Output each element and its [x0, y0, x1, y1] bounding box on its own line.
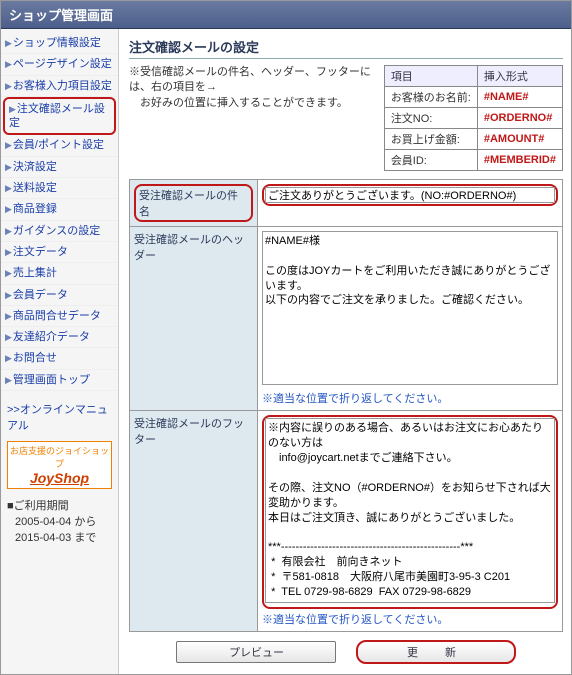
sidebar-item-5[interactable]: ▶決済設定: [1, 157, 118, 178]
triangle-icon: ▶: [5, 226, 12, 236]
logo-name: JoyShop: [8, 470, 111, 486]
subject-input[interactable]: [265, 187, 555, 203]
th-item: 項目: [384, 66, 477, 87]
sidebar: ▶ショップ情報設定▶ページデザイン設定▶お客様入力項目設定▶注文確認メール設定▶…: [1, 29, 119, 674]
triangle-icon: ▶: [5, 59, 12, 69]
sidebar-item-6[interactable]: ▶送料設定: [1, 178, 118, 199]
sidebar-item-12[interactable]: ▶商品問合せデータ: [1, 306, 118, 327]
sidebar-item-14[interactable]: ▶お問合せ: [1, 348, 118, 369]
const-key: 会員ID:: [384, 150, 477, 171]
triangle-icon: ▶: [5, 332, 12, 342]
usage-period: ■ご利用期間 2005-04-04 から 2015-04-03 まで: [1, 493, 118, 549]
triangle-icon: ▶: [5, 247, 12, 257]
sidebar-item-8[interactable]: ▶ガイダンスの設定: [1, 221, 118, 242]
placeholder-table: 項目 挿入形式 お客様のお名前:#NAME#注文NO:#ORDERNO#お買上げ…: [384, 65, 563, 171]
subject-cell: [258, 180, 563, 227]
main-content: 注文確認メールの設定 ※受信確認メールの件名、ヘッダー、フッターには、右の項目を…: [119, 29, 571, 674]
sidebar-item-13[interactable]: ▶友達紹介データ: [1, 327, 118, 348]
const-key: 注文NO:: [384, 108, 477, 129]
button-row: プレビュー 更 新: [129, 640, 563, 664]
sidebar-item-9[interactable]: ▶注文データ: [1, 242, 118, 263]
update-button[interactable]: 更 新: [356, 640, 516, 664]
triangle-icon: ▶: [5, 38, 12, 48]
sidebar-item-4[interactable]: ▶会員/ポイント設定: [1, 135, 118, 156]
triangle-icon: ▶: [5, 204, 12, 214]
footer-textarea[interactable]: [265, 418, 555, 602]
triangle-icon: ▶: [5, 353, 12, 363]
const-val: #MEMBERID#: [477, 150, 562, 171]
triangle-icon: ▶: [9, 104, 16, 114]
mail-form-table: 受注確認メールの件名 受注確認メールのヘッダー ※適当な位置で折り返してください…: [129, 179, 563, 632]
footer-label: 受注確認メールのフッター: [130, 411, 258, 631]
page-title: 注文確認メールの設定: [129, 37, 563, 59]
subject-label: 受注確認メールの件名: [130, 180, 258, 227]
const-val: #NAME#: [477, 87, 562, 108]
triangle-icon: ▶: [5, 375, 12, 385]
triangle-icon: ▶: [5, 268, 12, 278]
sidebar-item-3[interactable]: ▶注文確認メール設定: [3, 97, 116, 136]
sidebar-item-7[interactable]: ▶商品登録: [1, 199, 118, 220]
triangle-icon: ▶: [5, 311, 12, 321]
period-to: 2015-04-03 まで: [7, 529, 112, 545]
period-from: 2005-04-04 から: [7, 513, 112, 529]
triangle-icon: ▶: [5, 81, 12, 91]
period-label: ■ご利用期間: [7, 497, 112, 513]
sidebar-item-15[interactable]: ▶管理画面トップ: [1, 370, 118, 391]
logo-tagline: お店支援のジョイショップ: [8, 444, 111, 470]
header-label: 受注確認メールのヘッダー: [130, 227, 258, 411]
triangle-icon: ▶: [5, 162, 12, 172]
triangle-icon: ▶: [5, 290, 12, 300]
const-key: お客様のお名前:: [384, 87, 477, 108]
sidebar-item-0[interactable]: ▶ショップ情報設定: [1, 33, 118, 54]
header-textarea[interactable]: [262, 231, 558, 385]
sidebar-item-10[interactable]: ▶売上集計: [1, 263, 118, 284]
const-key: お買上げ金額:: [384, 129, 477, 150]
header-note: ※適当な位置で折り返してください。: [262, 390, 558, 406]
triangle-icon: ▶: [5, 140, 12, 150]
const-val: #AMOUNT#: [477, 129, 562, 150]
const-val: #ORDERNO#: [477, 108, 562, 129]
window-title: ショップ管理画面: [1, 1, 571, 29]
sidebar-item-1[interactable]: ▶ページデザイン設定: [1, 54, 118, 75]
joyshop-logo[interactable]: お店支援のジョイショップ JoyShop: [7, 441, 112, 489]
sidebar-item-2[interactable]: ▶お客様入力項目設定: [1, 76, 118, 97]
sidebar-item-11[interactable]: ▶会員データ: [1, 285, 118, 306]
instruction-note: ※受信確認メールの件名、ヘッダー、フッターには、右の項目を→ お好みの位置に挿入…: [129, 65, 380, 111]
th-format: 挿入形式: [477, 66, 562, 87]
online-manual-link[interactable]: >>オンラインマニュアル: [1, 397, 118, 437]
preview-button[interactable]: プレビュー: [176, 641, 336, 663]
footer-note: ※適当な位置で折り返してください。: [262, 611, 558, 627]
triangle-icon: ▶: [5, 183, 12, 193]
